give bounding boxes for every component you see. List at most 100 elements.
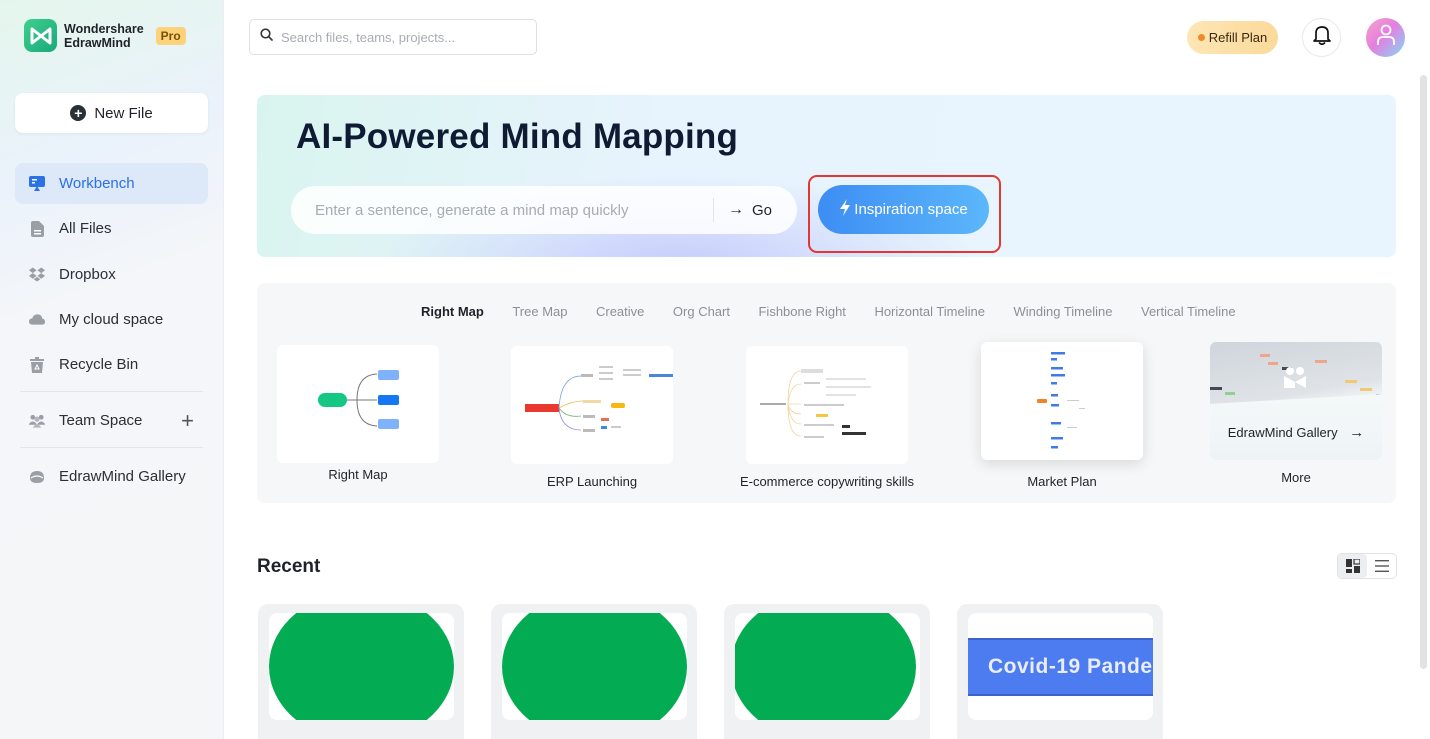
template-card-erp-launching[interactable]: [511, 346, 673, 464]
tab-vertical-timeline[interactable]: Vertical Timeline: [1141, 304, 1236, 319]
sidebar-divider: [20, 447, 203, 449]
lightning-icon: [839, 199, 851, 220]
erp-thumbnail: [525, 366, 673, 432]
sidebar-item-label: EdrawMind Gallery: [59, 468, 186, 486]
sidebar-item-label: Dropbox: [59, 265, 116, 283]
recent-file-card[interactable]: [491, 604, 697, 739]
inspiration-space-button[interactable]: Inspiration space: [818, 185, 989, 234]
brand-name: Wondershare EdrawMind: [64, 22, 144, 50]
recent-file-card[interactable]: [258, 604, 464, 739]
user-avatar[interactable]: [1366, 18, 1405, 57]
template-label: E-commerce copywriting skills: [739, 474, 915, 489]
brand-line-1: Wondershare: [64, 21, 144, 36]
search-icon: [260, 28, 273, 46]
ai-prompt-input[interactable]: [315, 201, 715, 219]
gallery-card-text: EdrawMind Gallery →: [1210, 424, 1382, 441]
sidebar-nav: Workbench All Files Dropbox My cloud spa…: [15, 163, 208, 501]
green-topic-shape: [269, 613, 454, 720]
go-button[interactable]: → Go: [728, 201, 772, 219]
prompt-divider: [713, 198, 714, 222]
sidebar-item-team-space[interactable]: Team Space +: [15, 400, 208, 441]
green-topic-shape: [502, 613, 687, 720]
recent-file-card[interactable]: Covid-19 Pandem: [957, 604, 1163, 739]
search-input[interactable]: [281, 29, 521, 45]
gallery-logo-icon: [1284, 366, 1306, 393]
go-label: Go: [752, 201, 773, 219]
arrow-right-icon: →: [728, 201, 744, 218]
view-toggle: [1337, 553, 1397, 579]
list-icon: [1374, 560, 1389, 572]
edrawmind-gallery-card[interactable]: EdrawMind Gallery →: [1210, 342, 1382, 460]
ai-hero-banner: AI-Powered Mind Mapping → Go Inspiration…: [257, 95, 1396, 257]
tab-creative[interactable]: Creative: [596, 304, 644, 319]
recent-file-thumbnail: [502, 613, 687, 720]
sidebar-item-recycle-bin[interactable]: Recycle Bin: [15, 344, 208, 385]
green-topic-shape: [735, 613, 916, 720]
template-card-ecommerce-copywriting[interactable]: [746, 346, 908, 464]
recent-file-card[interactable]: [724, 604, 930, 739]
sidebar-item-all-files[interactable]: All Files: [15, 208, 208, 249]
app-logo[interactable]: Wondershare EdrawMind Pro: [24, 19, 186, 52]
cloud-icon: [29, 311, 45, 327]
brand-line-2: EdrawMind: [64, 35, 131, 50]
file-icon: [29, 220, 45, 237]
add-team-space-icon[interactable]: +: [181, 408, 194, 434]
flame-icon: [1197, 34, 1205, 41]
dropbox-icon: [29, 266, 45, 282]
tab-horizontal-timeline[interactable]: Horizontal Timeline: [874, 304, 985, 319]
sidebar-item-my-cloud-space[interactable]: My cloud space: [15, 299, 208, 340]
template-label: Right Map: [328, 467, 388, 482]
page-scrollbar[interactable]: [1420, 75, 1427, 669]
tab-org-chart[interactable]: Org Chart: [673, 304, 730, 319]
ai-prompt-box[interactable]: → Go: [291, 186, 797, 234]
trash-icon: [29, 356, 45, 373]
ecommerce-thumbnail: [760, 369, 871, 438]
arrow-right-icon: →: [1349, 424, 1365, 441]
banner-topic-shape: Covid-19 Pandem: [968, 638, 1153, 696]
sidebar-item-label: All Files: [59, 220, 112, 238]
tab-right-map[interactable]: Right Map: [421, 304, 484, 319]
sidebar-item-label: My cloud space: [59, 310, 164, 328]
sidebar-item-label: Team Space: [59, 412, 143, 430]
list-view-button[interactable]: [1367, 554, 1396, 578]
bell-icon: [1312, 25, 1331, 50]
tab-fishbone-right[interactable]: Fishbone Right: [758, 304, 845, 319]
recent-file-thumbnail: Covid-19 Pandem: [968, 613, 1153, 720]
sidebar-divider: [20, 391, 203, 393]
sidebar-item-dropbox[interactable]: Dropbox: [15, 254, 208, 295]
workbench-icon: [29, 176, 45, 192]
recent-file-thumbnail: [269, 613, 454, 720]
more-label[interactable]: More: [1196, 470, 1396, 485]
refill-plan-button[interactable]: Refill Plan: [1187, 21, 1278, 54]
new-file-button[interactable]: + New File: [15, 93, 208, 133]
template-card-market-plan[interactable]: [981, 342, 1143, 460]
tab-tree-map[interactable]: Tree Map: [512, 304, 567, 319]
search-box[interactable]: [249, 19, 537, 55]
template-label: Market Plan: [1027, 474, 1097, 489]
notifications-button[interactable]: [1302, 18, 1341, 57]
sidebar-item-label: Recycle Bin: [59, 356, 139, 374]
template-card-right-map[interactable]: [277, 345, 439, 463]
user-icon: [1376, 24, 1395, 51]
templates-panel: Right Map Tree Map Creative Org Chart Fi…: [257, 283, 1396, 503]
sidebar-item-edrawmind-gallery[interactable]: EdrawMind Gallery: [15, 456, 208, 497]
edrawmind-logo-icon: [24, 19, 57, 52]
gallery-icon: [29, 469, 45, 485]
template-label: ERP Launching: [546, 474, 638, 489]
tab-winding-timeline[interactable]: Winding Timeline: [1013, 304, 1112, 319]
right-map-thumbnail: [318, 370, 399, 429]
template-tabs: Right Map Tree Map Creative Org Chart Fi…: [421, 304, 1264, 319]
sidebar-item-label: Workbench: [59, 175, 135, 192]
plus-circle-icon: +: [70, 105, 87, 121]
new-file-label: New File: [94, 104, 153, 122]
grid-view-button[interactable]: [1338, 554, 1367, 578]
sidebar-item-workbench[interactable]: Workbench: [15, 163, 208, 204]
market-plan-thumbnail: [1037, 352, 1085, 449]
team-icon: [29, 413, 45, 429]
recent-file-thumbnail: [735, 613, 920, 720]
pro-badge: Pro: [155, 26, 186, 45]
grid-icon: [1345, 559, 1360, 573]
hero-title: AI-Powered Mind Mapping: [296, 117, 739, 156]
recent-heading: Recent: [257, 556, 321, 577]
gallery-card-label: EdrawMind Gallery: [1227, 425, 1338, 440]
